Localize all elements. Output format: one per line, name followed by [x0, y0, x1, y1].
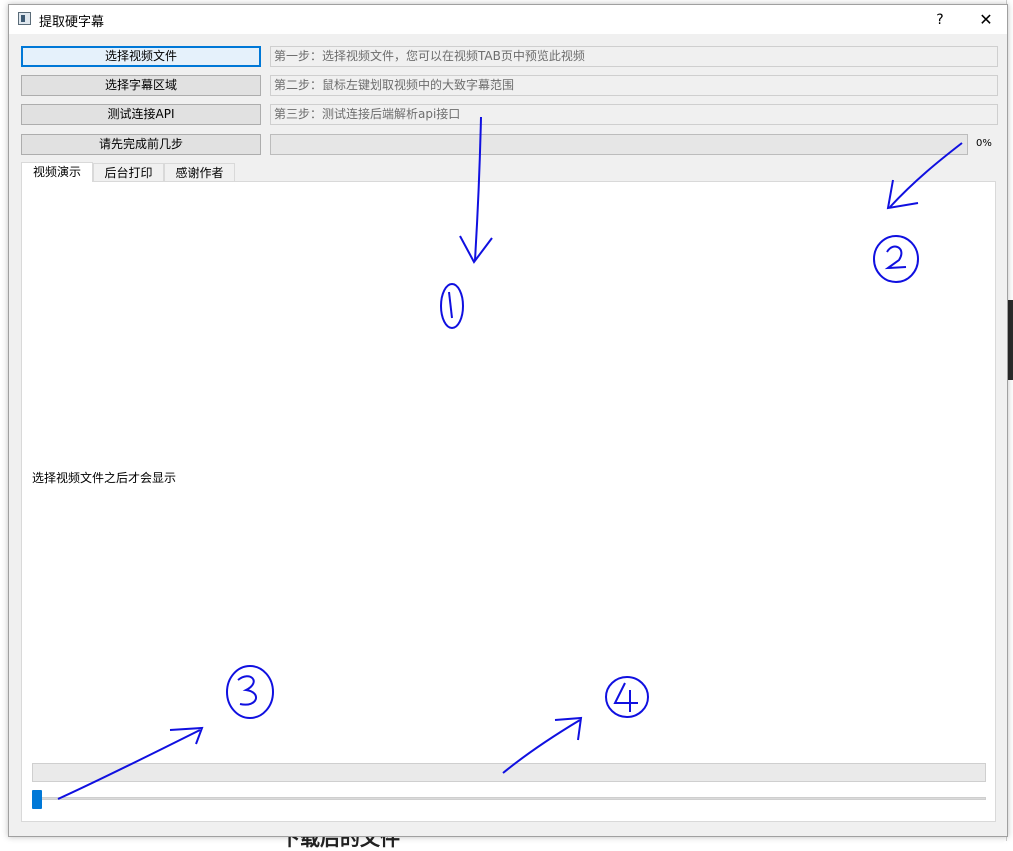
video-frame-bar[interactable]	[32, 763, 986, 782]
background-dark-strip	[1008, 300, 1013, 380]
step3-hint-field: 第三步：测试连接后端解析api接口	[270, 104, 998, 125]
run-button[interactable]: 请先完成前几步	[21, 134, 261, 155]
video-placeholder-message: 选择视频文件之后才会显示	[32, 471, 177, 485]
close-button[interactable]: ✕	[971, 8, 1001, 32]
progress-percent: 0%	[976, 138, 992, 149]
video-slider-handle[interactable]	[32, 790, 42, 809]
app-window-icon	[18, 12, 31, 25]
help-button[interactable]: ?	[925, 8, 955, 32]
video-slider-track[interactable]	[32, 797, 986, 800]
progress-bar	[270, 134, 968, 155]
extract-subtitle-dialog: 提取硬字幕 ? ✕ 选择视频文件 第一步：选择视频文件，您可以在视频TAB页中预…	[8, 4, 1008, 837]
window-title: 提取硬字幕	[39, 15, 105, 30]
title-bar: 提取硬字幕 ? ✕	[9, 5, 1007, 34]
tab-console-output[interactable]: 后台打印	[93, 163, 164, 182]
select-video-button[interactable]: 选择视频文件	[21, 46, 261, 67]
step1-hint-field: 第一步：选择视频文件，您可以在视频TAB页中预览此视频	[270, 46, 998, 67]
step2-hint-field: 第二步：鼠标左键划取视频中的大致字幕范围	[270, 75, 998, 96]
tab-video-demo[interactable]: 视频演示	[21, 162, 93, 182]
tab-thank-author[interactable]: 感谢作者	[164, 163, 235, 182]
test-api-button[interactable]: 测试连接API	[21, 104, 261, 125]
tab-panel-video: 选择视频文件之后才会显示	[21, 181, 996, 822]
select-subtitle-area-button[interactable]: 选择字幕区域	[21, 75, 261, 96]
